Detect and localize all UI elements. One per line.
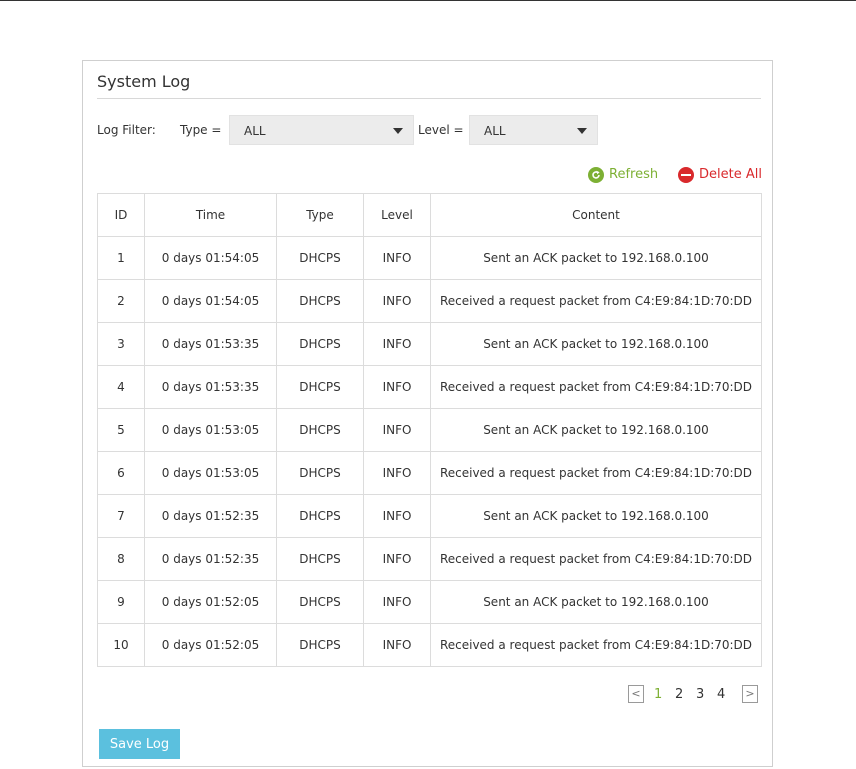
cell-id: 9 <box>97 580 145 624</box>
cell-id: 10 <box>97 623 145 667</box>
cell-time: 0 days 01:53:05 <box>144 408 277 452</box>
cell-content: Sent an ACK packet to 192.168.0.100 <box>430 236 762 280</box>
cell-time: 0 days 01:52:05 <box>144 580 277 624</box>
refresh-icon <box>588 167 604 183</box>
cell-id: 6 <box>97 451 145 495</box>
cell-type: DHCPS <box>276 580 364 624</box>
chevron-right-icon: > <box>745 687 755 700</box>
col-header-level: Level <box>363 193 431 237</box>
type-select[interactable]: ALL <box>229 115 414 145</box>
log-filter-row: Log Filter: Type = ALL Level = ALL <box>97 115 761 145</box>
col-header-type: Type <box>276 193 364 237</box>
cell-level: INFO <box>363 322 431 366</box>
cell-level: INFO <box>363 537 431 581</box>
refresh-label: Refresh <box>609 167 659 182</box>
page-1-link[interactable]: 1 <box>654 687 662 702</box>
cell-level: INFO <box>363 279 431 323</box>
chevron-down-icon <box>577 128 587 134</box>
cell-content: Sent an ACK packet to 192.168.0.100 <box>430 322 762 366</box>
table-row: 70 days 01:52:35 DHCPS INFO Sent an ACK pac… <box>97 494 762 538</box>
log-filter-label: Log Filter: <box>97 123 156 137</box>
cell-id: 8 <box>97 537 145 581</box>
page-3-link[interactable]: 3 <box>696 687 704 702</box>
cell-id: 3 <box>97 322 145 366</box>
cell-id: 4 <box>97 365 145 409</box>
table-header-row: ID Time Type Level Content <box>97 193 762 237</box>
top-divider <box>0 0 856 1</box>
cell-time: 0 days 01:54:05 <box>144 279 277 323</box>
cell-level: INFO <box>363 494 431 538</box>
cell-id: 2 <box>97 279 145 323</box>
cell-type: DHCPS <box>276 494 364 538</box>
table-row: 40 days 01:53:35 DHCPS INFO Received a requ… <box>97 365 762 409</box>
cell-level: INFO <box>363 580 431 624</box>
table-row: 50 days 01:53:05 DHCPS INFO Sent an ACK pac… <box>97 408 762 452</box>
chevron-down-icon <box>393 128 403 134</box>
cell-content: Received a request packet from C4:E9:84:… <box>430 365 762 409</box>
cell-content: Sent an ACK packet to 192.168.0.100 <box>430 494 762 538</box>
cell-content: Sent an ACK packet to 192.168.0.100 <box>430 580 762 624</box>
page-2-link[interactable]: 2 <box>675 687 683 702</box>
cell-level: INFO <box>363 365 431 409</box>
cell-type: DHCPS <box>276 365 364 409</box>
cell-type: DHCPS <box>276 236 364 280</box>
prev-page-button[interactable]: < <box>628 685 644 703</box>
cell-level: INFO <box>363 408 431 452</box>
type-select-value: ALL <box>244 124 266 138</box>
level-filter-label: Level = <box>418 123 464 137</box>
col-header-content: Content <box>430 193 762 237</box>
cell-id: 1 <box>97 236 145 280</box>
cell-time: 0 days 01:52:35 <box>144 537 277 581</box>
cell-time: 0 days 01:52:05 <box>144 623 277 667</box>
cell-time: 0 days 01:53:35 <box>144 322 277 366</box>
page-4-link[interactable]: 4 <box>717 687 725 702</box>
cell-type: DHCPS <box>276 537 364 581</box>
col-header-id: ID <box>97 193 145 237</box>
cell-type: DHCPS <box>276 408 364 452</box>
cell-content: Received a request packet from C4:E9:84:… <box>430 451 762 495</box>
cell-level: INFO <box>363 623 431 667</box>
cell-content: Received a request packet from C4:E9:84:… <box>430 623 762 667</box>
col-header-time: Time <box>144 193 277 237</box>
cell-content: Received a request packet from C4:E9:84:… <box>430 279 762 323</box>
cell-id: 5 <box>97 408 145 452</box>
cell-id: 7 <box>97 494 145 538</box>
panel-title: System Log <box>97 72 191 91</box>
table-row: 10 0 days 01:52:05 DHCPS INFO Received a req… <box>97 623 762 667</box>
table-row: 80 days 01:52:35 DHCPS INFO Received a requ… <box>97 537 762 581</box>
cell-level: INFO <box>363 236 431 280</box>
level-select-value: ALL <box>484 124 506 138</box>
level-select[interactable]: ALL <box>469 115 598 145</box>
cell-content: Sent an ACK packet to 192.168.0.100 <box>430 408 762 452</box>
table-row: 30 days 01:53:35 DHCPS INFO Sent an ACK pac… <box>97 322 762 366</box>
cell-type: DHCPS <box>276 451 364 495</box>
next-page-button[interactable]: > <box>742 685 758 703</box>
log-table: ID Time Type Level Content 10 days 01:54… <box>97 193 762 667</box>
table-row: 60 days 01:53:05 DHCPS INFO Received a requ… <box>97 451 762 495</box>
system-log-panel: System Log Log Filter: Type = ALL Level … <box>82 60 773 767</box>
table-row: 10 days 01:54:05 DHCPS INFO Sent an ACK pac… <box>97 236 762 280</box>
cell-type: DHCPS <box>276 623 364 667</box>
delete-all-label: Delete All <box>699 167 762 182</box>
save-log-button[interactable]: Save Log <box>99 729 180 759</box>
cell-time: 0 days 01:52:35 <box>144 494 277 538</box>
cell-content: Received a request packet from C4:E9:84:… <box>430 537 762 581</box>
title-divider <box>97 98 761 99</box>
log-actions: Refresh Delete All <box>588 165 762 185</box>
cell-time: 0 days 01:53:05 <box>144 451 277 495</box>
minus-circle-icon <box>678 167 694 183</box>
cell-type: DHCPS <box>276 322 364 366</box>
type-filter-label: Type = <box>180 123 222 137</box>
cell-time: 0 days 01:54:05 <box>144 236 277 280</box>
chevron-left-icon: < <box>631 687 641 700</box>
table-row: 90 days 01:52:05 DHCPS INFO Sent an ACK pac… <box>97 580 762 624</box>
cell-time: 0 days 01:53:35 <box>144 365 277 409</box>
table-row: 20 days 01:54:05 DHCPS INFO Received a requ… <box>97 279 762 323</box>
pagination: < 1 2 3 4 > <box>600 685 760 705</box>
cell-level: INFO <box>363 451 431 495</box>
cell-type: DHCPS <box>276 279 364 323</box>
